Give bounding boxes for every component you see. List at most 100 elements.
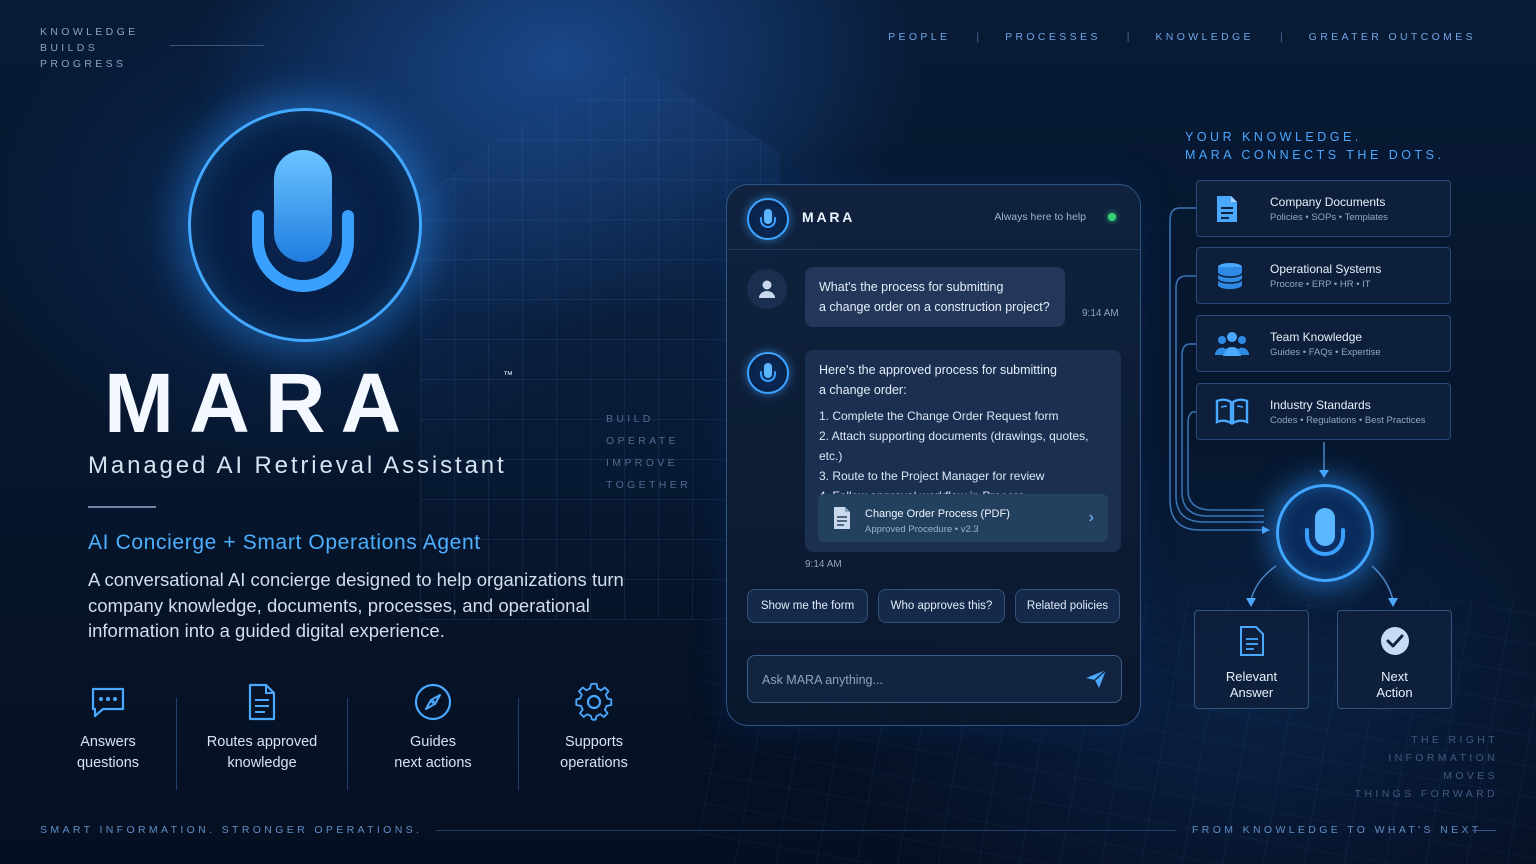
feature-guides: Guides next actions xyxy=(348,678,518,790)
output-relevant-answer[interactable]: Relevant Answer xyxy=(1194,610,1309,709)
feature-label: Routes approved xyxy=(206,734,318,750)
feature-row: Answers questions Routes approved knowle… xyxy=(60,678,669,790)
chip-who-approves[interactable]: Who approves this? xyxy=(878,589,1005,623)
feature-label: next actions xyxy=(394,755,472,771)
feature-label: Answers xyxy=(80,734,136,750)
message-line: What's the process for submitting xyxy=(819,280,1004,294)
chat-input-box xyxy=(747,655,1122,704)
tagline-divider xyxy=(170,45,264,46)
feature-label: knowledge xyxy=(227,755,297,771)
document-subtitle: Approved Procedure • v2.3 xyxy=(865,524,979,535)
tagline-line: BUILDS xyxy=(40,42,99,54)
chat-title: MARA xyxy=(802,209,856,225)
source-industry-standards[interactable]: Industry Standards Codes • Regulations •… xyxy=(1196,383,1451,440)
source-title: Operational Systems xyxy=(1270,262,1382,276)
side-word: OPERATE xyxy=(606,435,679,447)
nav-separator: | xyxy=(1126,31,1130,43)
document-icon xyxy=(248,683,276,721)
step-item: 1. Complete the Change Order Request for… xyxy=(819,409,1059,423)
divider xyxy=(88,506,156,508)
side-word: TOGETHER xyxy=(606,479,692,491)
right-word: MOVES xyxy=(1443,770,1498,782)
microphone-icon xyxy=(760,209,776,228)
nav-item-processes[interactable]: PROCESSES xyxy=(1005,31,1101,43)
right-word: INFORMATION xyxy=(1388,752,1498,764)
document-icon xyxy=(1239,626,1264,656)
message-line: Here's the approved process for submitti… xyxy=(819,363,1057,377)
message-time: 9:14 AM xyxy=(1082,308,1119,319)
chat-panel: MARA Always here to help What's the proc… xyxy=(726,184,1141,726)
title-line: MARA CONNECTS THE DOTS. xyxy=(1185,148,1445,162)
message-line: a change order: xyxy=(819,383,907,397)
mara-hub xyxy=(1276,484,1374,582)
source-company-documents[interactable]: Company Documents Policies • SOPs • Temp… xyxy=(1196,180,1451,237)
side-word: IMPROVE xyxy=(606,457,678,469)
user-icon xyxy=(759,280,775,298)
nav-item-greater-outcomes[interactable]: GREATER OUTCOMES xyxy=(1309,31,1476,43)
document-attachment[interactable]: Change Order Process (PDF) Approved Proc… xyxy=(818,494,1108,542)
source-subtitle: Policies • SOPs • Templates xyxy=(1270,212,1388,223)
footer-left: SMART INFORMATION. STRONGER OPERATIONS. xyxy=(40,824,423,836)
chip-related-policies[interactable]: Related policies xyxy=(1015,589,1120,623)
source-title: Company Documents xyxy=(1270,195,1386,209)
chat-header: MARA Always here to help xyxy=(727,185,1140,250)
suggestion-chips: Show me the form Who approves this? Rela… xyxy=(747,589,1120,623)
bot-message: Here's the approved process for submitti… xyxy=(805,350,1121,552)
source-operational-systems[interactable]: Operational Systems Procore • ERP • HR •… xyxy=(1196,247,1451,304)
output-label: Relevant xyxy=(1225,669,1278,684)
source-subtitle: Guides • FAQs • Expertise xyxy=(1270,347,1381,358)
nav-separator: | xyxy=(976,31,980,43)
send-icon[interactable] xyxy=(1085,669,1107,689)
top-nav: PEOPLE | PROCESSES | KNOWLEDGE | GREATER… xyxy=(888,31,1476,43)
message-time: 9:14 AM xyxy=(805,559,842,570)
database-icon xyxy=(1217,263,1243,289)
output-label: Next xyxy=(1381,669,1408,684)
tagline: KNOWLEDGE BUILDS PROGRESS xyxy=(40,24,139,72)
document-icon xyxy=(834,507,850,529)
mara-avatar xyxy=(747,198,789,240)
feature-supports: Supports operations xyxy=(519,678,669,790)
chat-bubble-icon xyxy=(91,687,125,718)
online-status-dot xyxy=(1108,213,1116,221)
right-word: THINGS FORWARD xyxy=(1354,788,1498,800)
brand-subtitle: Managed AI Retrieval Assistant xyxy=(88,452,507,479)
footer-divider xyxy=(1472,830,1496,831)
chat-status: Always here to help xyxy=(994,211,1086,223)
right-word: THE RIGHT xyxy=(1411,734,1498,746)
output-label: Action xyxy=(1376,685,1413,700)
feature-routes: Routes approved knowledge xyxy=(177,678,347,790)
microphone-icon xyxy=(252,150,354,292)
nav-item-people[interactable]: PEOPLE xyxy=(888,31,950,43)
document-icon xyxy=(1217,196,1237,222)
footer-right: FROM KNOWLEDGE TO WHAT'S NEXT xyxy=(1192,824,1482,836)
chip-show-form[interactable]: Show me the form xyxy=(747,589,868,623)
side-word: BUILD xyxy=(606,413,654,425)
feature-label: questions xyxy=(76,755,140,771)
brand-name: MARA xyxy=(104,356,417,450)
compass-icon xyxy=(414,683,452,721)
gear-icon xyxy=(575,682,613,721)
trademark: ™ xyxy=(503,370,513,381)
user-avatar xyxy=(747,269,787,309)
microphone-icon xyxy=(760,363,776,382)
message-line: a change order on a construction project… xyxy=(819,300,1050,314)
source-title: Team Knowledge xyxy=(1270,330,1363,344)
team-icon xyxy=(1215,332,1249,356)
side-words: BUILD OPERATE IMPROVE TOGETHER xyxy=(606,408,691,496)
output-label: Answer xyxy=(1229,685,1274,700)
book-icon xyxy=(1215,398,1249,425)
title-line: YOUR KNOWLEDGE. xyxy=(1185,130,1362,144)
mara-avatar xyxy=(747,352,789,394)
feature-label: operations xyxy=(560,755,628,771)
tagline-line: PROGRESS xyxy=(40,58,127,70)
chat-input[interactable] xyxy=(748,656,1084,704)
source-title: Industry Standards xyxy=(1270,398,1371,412)
feature-label: Supports xyxy=(564,734,624,750)
source-team-knowledge[interactable]: Team Knowledge Guides • FAQs • Expertise xyxy=(1196,315,1451,372)
hero-heading: AI Concierge + Smart Operations Agent xyxy=(88,531,481,554)
output-next-action[interactable]: Next Action xyxy=(1337,610,1452,709)
nav-item-knowledge[interactable]: KNOWLEDGE xyxy=(1155,31,1254,43)
step-item: 3. Route to the Project Manager for revi… xyxy=(819,469,1045,483)
checkmark-icon xyxy=(1380,627,1409,655)
step-item: 2. Attach supporting documents (drawings… xyxy=(819,429,1089,463)
